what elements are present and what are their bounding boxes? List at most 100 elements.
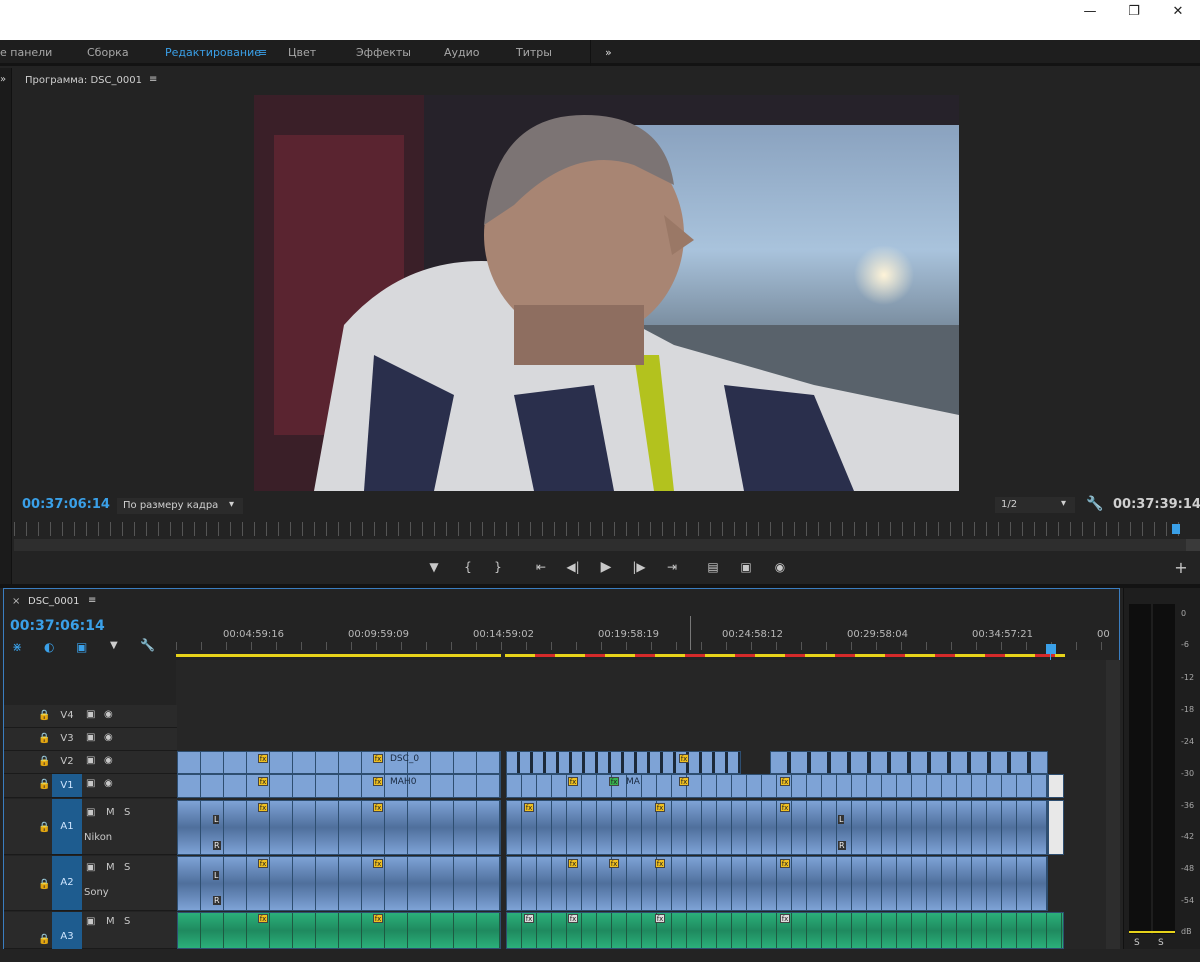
insert-icon[interactable]: ▤ bbox=[704, 559, 722, 575]
lock-icon[interactable]: 🔒 bbox=[38, 756, 50, 767]
clip-a3[interactable] bbox=[177, 912, 501, 949]
step-forward-icon[interactable]: |▶ bbox=[630, 559, 648, 575]
fx-badge[interactable]: fx bbox=[780, 859, 790, 868]
expand-icon[interactable]: » bbox=[0, 74, 6, 85]
timeline-timecode[interactable]: 00:37:06:14 bbox=[10, 618, 105, 634]
audio-track-icon[interactable]: ▣ bbox=[86, 862, 95, 873]
clip-a2[interactable] bbox=[177, 856, 501, 911]
track-name[interactable]: V4 bbox=[52, 710, 82, 721]
add-button-icon[interactable]: + bbox=[1172, 558, 1190, 577]
close-tab-icon[interactable]: × bbox=[12, 596, 20, 607]
program-zoom-scrollbar[interactable] bbox=[14, 539, 1186, 551]
lock-icon[interactable]: 🔒 bbox=[38, 733, 50, 744]
track-name[interactable]: V3 bbox=[52, 733, 82, 744]
fx-badge[interactable]: fx bbox=[373, 803, 383, 812]
fx-badge[interactable]: fx bbox=[524, 803, 534, 812]
video-camera-icon[interactable]: ▣ bbox=[86, 732, 95, 743]
fx-badge[interactable]: fx bbox=[780, 914, 790, 923]
fx-badge[interactable]: fx bbox=[655, 859, 665, 868]
track-name-selected[interactable]: A2 bbox=[52, 856, 82, 910]
lock-icon[interactable]: 🔒 bbox=[38, 822, 50, 833]
track-name[interactable]: V2 bbox=[52, 756, 82, 767]
clip-a1[interactable] bbox=[177, 800, 501, 855]
fx-badge[interactable]: fx bbox=[373, 859, 383, 868]
video-camera-icon[interactable]: ▣ bbox=[86, 778, 95, 789]
workspace-assembly[interactable]: Сборка bbox=[87, 46, 129, 59]
fx-badge[interactable]: fx bbox=[258, 803, 268, 812]
minimize-icon[interactable]: — bbox=[1068, 0, 1112, 22]
export-frame-icon[interactable]: ◉ bbox=[771, 559, 789, 575]
fx-badge[interactable]: fx bbox=[373, 777, 383, 786]
lock-icon[interactable]: 🔒 bbox=[38, 879, 50, 890]
fx-badge[interactable]: fx bbox=[679, 754, 689, 763]
mark-in-icon[interactable]: { bbox=[459, 559, 477, 575]
clip-v1[interactable] bbox=[506, 774, 1048, 798]
solo-right-button[interactable]: S bbox=[1158, 938, 1164, 948]
solo-left-button[interactable]: S bbox=[1134, 938, 1140, 948]
fx-badge[interactable]: fx bbox=[780, 803, 790, 812]
fx-badge[interactable]: fx bbox=[373, 914, 383, 923]
panel-menu-icon[interactable]: ≡ bbox=[88, 595, 96, 606]
fx-badge[interactable]: fx bbox=[609, 859, 619, 868]
clip-v2[interactable] bbox=[177, 751, 501, 774]
mute-button[interactable]: M bbox=[106, 916, 115, 927]
workspace-color[interactable]: Цвет bbox=[288, 46, 316, 59]
step-back-icon[interactable]: ◀| bbox=[564, 559, 582, 575]
fx-badge[interactable]: fx bbox=[655, 803, 665, 812]
fx-badge[interactable]: fx bbox=[258, 914, 268, 923]
fx-badge[interactable]: fx bbox=[609, 777, 619, 786]
eye-icon[interactable]: ◉ bbox=[104, 778, 113, 789]
fx-badge[interactable]: fx bbox=[524, 914, 534, 923]
timeline-tab[interactable]: DSC_0001 bbox=[28, 596, 79, 607]
solo-button[interactable]: S bbox=[124, 916, 130, 927]
track-name-selected[interactable]: A1 bbox=[52, 799, 82, 854]
workspace-titles[interactable]: Титры bbox=[516, 46, 552, 59]
workspace-effects[interactable]: Эффекты bbox=[356, 46, 411, 59]
fx-badge[interactable]: fx bbox=[655, 914, 665, 923]
restore-icon[interactable]: ❐ bbox=[1112, 0, 1156, 22]
fx-badge[interactable]: fx bbox=[258, 754, 268, 763]
lock-icon[interactable]: 🔒 bbox=[38, 779, 50, 790]
mute-button[interactable]: M bbox=[106, 807, 115, 818]
workspace-panels[interactable]: е панели bbox=[0, 46, 52, 59]
workspace-audio[interactable]: Аудио bbox=[444, 46, 480, 59]
linked-selection-icon[interactable]: ▣ bbox=[76, 640, 87, 654]
workspace-more-icon[interactable]: » bbox=[605, 46, 612, 59]
mark-out-icon[interactable]: } bbox=[489, 559, 507, 575]
marker-icon[interactable]: ▼ bbox=[425, 559, 443, 575]
eye-icon[interactable]: ◉ bbox=[104, 732, 113, 743]
lock-icon[interactable]: 🔒 bbox=[38, 710, 50, 721]
program-playhead[interactable] bbox=[1172, 524, 1180, 534]
timeline-vertical-scrollbar[interactable] bbox=[1106, 660, 1120, 949]
workspace-menu-icon[interactable]: ≡ bbox=[258, 46, 267, 59]
clip-v2[interactable] bbox=[506, 751, 741, 774]
video-camera-icon[interactable]: ▣ bbox=[86, 755, 95, 766]
lock-icon[interactable]: 🔒 bbox=[38, 934, 50, 945]
track-name-selected[interactable]: V1 bbox=[52, 774, 82, 797]
fx-badge[interactable]: fx bbox=[258, 859, 268, 868]
go-to-in-icon[interactable]: ⇤ bbox=[532, 559, 550, 575]
track-name-selected[interactable]: A3 bbox=[52, 912, 82, 949]
audio-track-icon[interactable]: ▣ bbox=[86, 807, 95, 818]
clip-v1[interactable] bbox=[177, 774, 501, 798]
fx-badge[interactable]: fx bbox=[780, 777, 790, 786]
mute-button[interactable]: M bbox=[106, 862, 115, 873]
clip-a1[interactable] bbox=[506, 800, 1048, 855]
scroll-handle[interactable] bbox=[1186, 539, 1200, 551]
panel-menu-icon[interactable]: ≡ bbox=[149, 74, 157, 85]
fx-badge[interactable]: fx bbox=[373, 754, 383, 763]
add-marker-icon[interactable]: ▼ bbox=[110, 640, 118, 651]
audio-track-icon[interactable]: ▣ bbox=[86, 916, 95, 927]
clip-a1-selected[interactable] bbox=[1048, 800, 1064, 855]
clip-v1-selected[interactable] bbox=[1048, 774, 1064, 798]
fx-badge[interactable]: fx bbox=[679, 777, 689, 786]
solo-button[interactable]: S bbox=[124, 862, 130, 873]
fx-badge[interactable]: fx bbox=[568, 859, 578, 868]
overwrite-icon[interactable]: ▣ bbox=[737, 559, 755, 575]
go-to-out-icon[interactable]: ⇥ bbox=[663, 559, 681, 575]
clip-a2[interactable] bbox=[506, 856, 1048, 911]
close-icon[interactable]: ✕ bbox=[1156, 0, 1200, 22]
video-camera-icon[interactable]: ▣ bbox=[86, 709, 95, 720]
eye-icon[interactable]: ◉ bbox=[104, 755, 113, 766]
timeline-settings-icon[interactable]: 🔧 bbox=[140, 638, 155, 652]
